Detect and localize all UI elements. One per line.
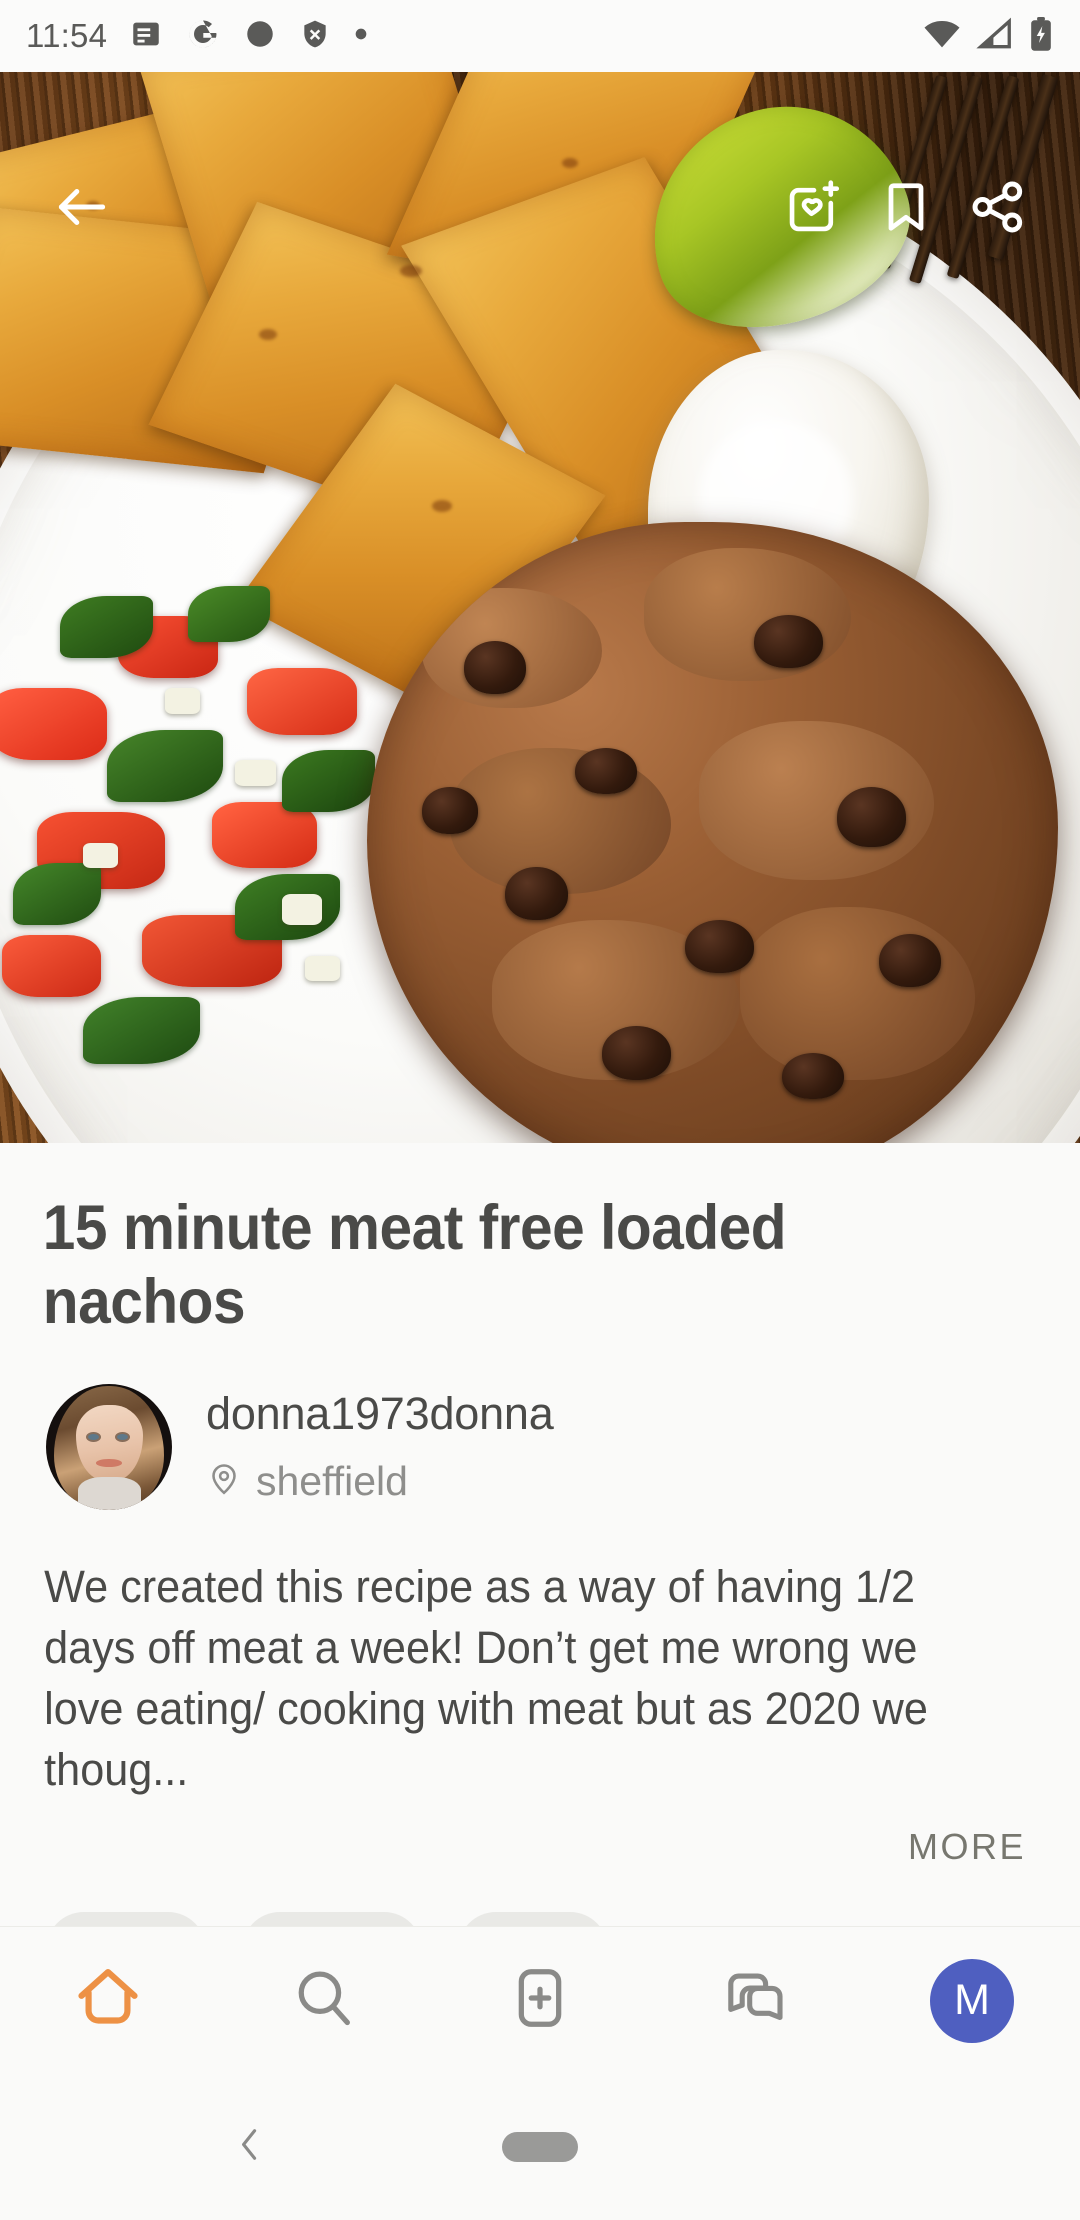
search-icon (289, 1963, 359, 2038)
recipe-title: 15 minute meat free loaded nachos (42, 1193, 787, 1338)
cellular-signal-icon (976, 17, 1014, 56)
status-bar-right (922, 16, 1054, 57)
avatar-lip-shape (96, 1459, 122, 1467)
more-button[interactable]: MORE (908, 1826, 1026, 1868)
author-meta: donna1973donna sheffield (206, 1388, 554, 1505)
mince-clump (643, 548, 851, 682)
black-bean (754, 614, 824, 668)
nav-back-chevron-icon[interactable] (228, 2121, 272, 2174)
status-bar-left: 11:54 (26, 16, 369, 57)
black-bean (422, 787, 478, 834)
dot-icon (353, 17, 369, 56)
home-icon (71, 1961, 145, 2040)
back-button[interactable] (36, 163, 128, 255)
author-location-text: sheffield (256, 1458, 408, 1505)
author-avatar[interactable] (46, 1383, 172, 1510)
mince-and-beans (367, 521, 1059, 1143)
add-to-cookbook-button[interactable] (768, 163, 860, 255)
more-row: MORE (0, 1800, 1080, 1868)
tomato-piece (1, 935, 101, 997)
nav-home-pill[interactable] (502, 2132, 578, 2162)
avatar-face-shape (76, 1405, 143, 1481)
recipe-description: We created this recipe as a way of havin… (44, 1560, 928, 1796)
cilantro-leaf (188, 585, 270, 643)
battery-charging-icon (1028, 16, 1054, 57)
onion-piece (304, 955, 340, 982)
black-bean (878, 933, 941, 987)
bookmark-icon (876, 177, 936, 242)
chat-bubbles-icon (720, 1962, 792, 2039)
tomato-piece (0, 688, 107, 761)
onion-piece (281, 894, 323, 925)
tomato-piece (246, 667, 358, 735)
app-screen: 11:54 15 minute meat free loaded nachos … (0, 0, 1080, 2220)
author-name[interactable]: donna1973donna (206, 1388, 554, 1440)
recipe-hero-photo[interactable] (0, 72, 1080, 1143)
share-icon (967, 176, 1029, 243)
status-bar: 11:54 (0, 0, 1080, 72)
black-bean (685, 920, 755, 974)
onion-piece (165, 688, 200, 715)
wifi-icon (922, 17, 962, 56)
add-recipe-icon (505, 1963, 575, 2038)
black-bean (505, 867, 568, 921)
circle-icon (243, 17, 277, 56)
mince-clump (450, 747, 672, 894)
mince-clump (740, 906, 976, 1080)
google-icon (185, 16, 221, 57)
avatar-neck-shape (77, 1476, 141, 1510)
recipe-action-bar (0, 144, 1080, 274)
cilantro-leaf (83, 996, 200, 1064)
android-navigation-bar (0, 2074, 1080, 2220)
nav-item-chat[interactable] (648, 1927, 864, 2075)
black-bean (837, 787, 907, 848)
black-bean (781, 1053, 845, 1100)
profile-avatar: M (930, 1958, 1014, 2043)
cilantro-leaf (281, 750, 375, 812)
cilantro-leaf (60, 595, 154, 658)
location-pin-icon (206, 1461, 242, 1502)
author-location: sheffield (206, 1458, 554, 1505)
bottom-navigation-bar: M (0, 1926, 1080, 2074)
nav-item-profile[interactable]: M (864, 1927, 1080, 2075)
add-to-cookbook-icon (783, 176, 845, 243)
black-bean (574, 747, 637, 795)
news-icon (129, 17, 163, 56)
back-arrow-icon (51, 176, 113, 243)
share-button[interactable] (952, 163, 1044, 255)
recipe-author-row[interactable]: donna1973donna sheffield (0, 1340, 1080, 1510)
status-bar-clock: 11:54 (26, 17, 108, 54)
cilantro-leaf (106, 729, 224, 802)
nav-item-search[interactable] (216, 1927, 432, 2075)
black-bean (463, 641, 527, 695)
nav-item-create[interactable] (432, 1927, 648, 2075)
onion-piece (83, 842, 119, 869)
onion-piece (235, 760, 276, 787)
black-bean (602, 1026, 672, 1080)
shield-x-icon (299, 17, 331, 56)
cilantro-leaf (13, 863, 101, 925)
nav-item-home[interactable] (0, 1927, 216, 2075)
bookmark-button[interactable] (860, 163, 952, 255)
